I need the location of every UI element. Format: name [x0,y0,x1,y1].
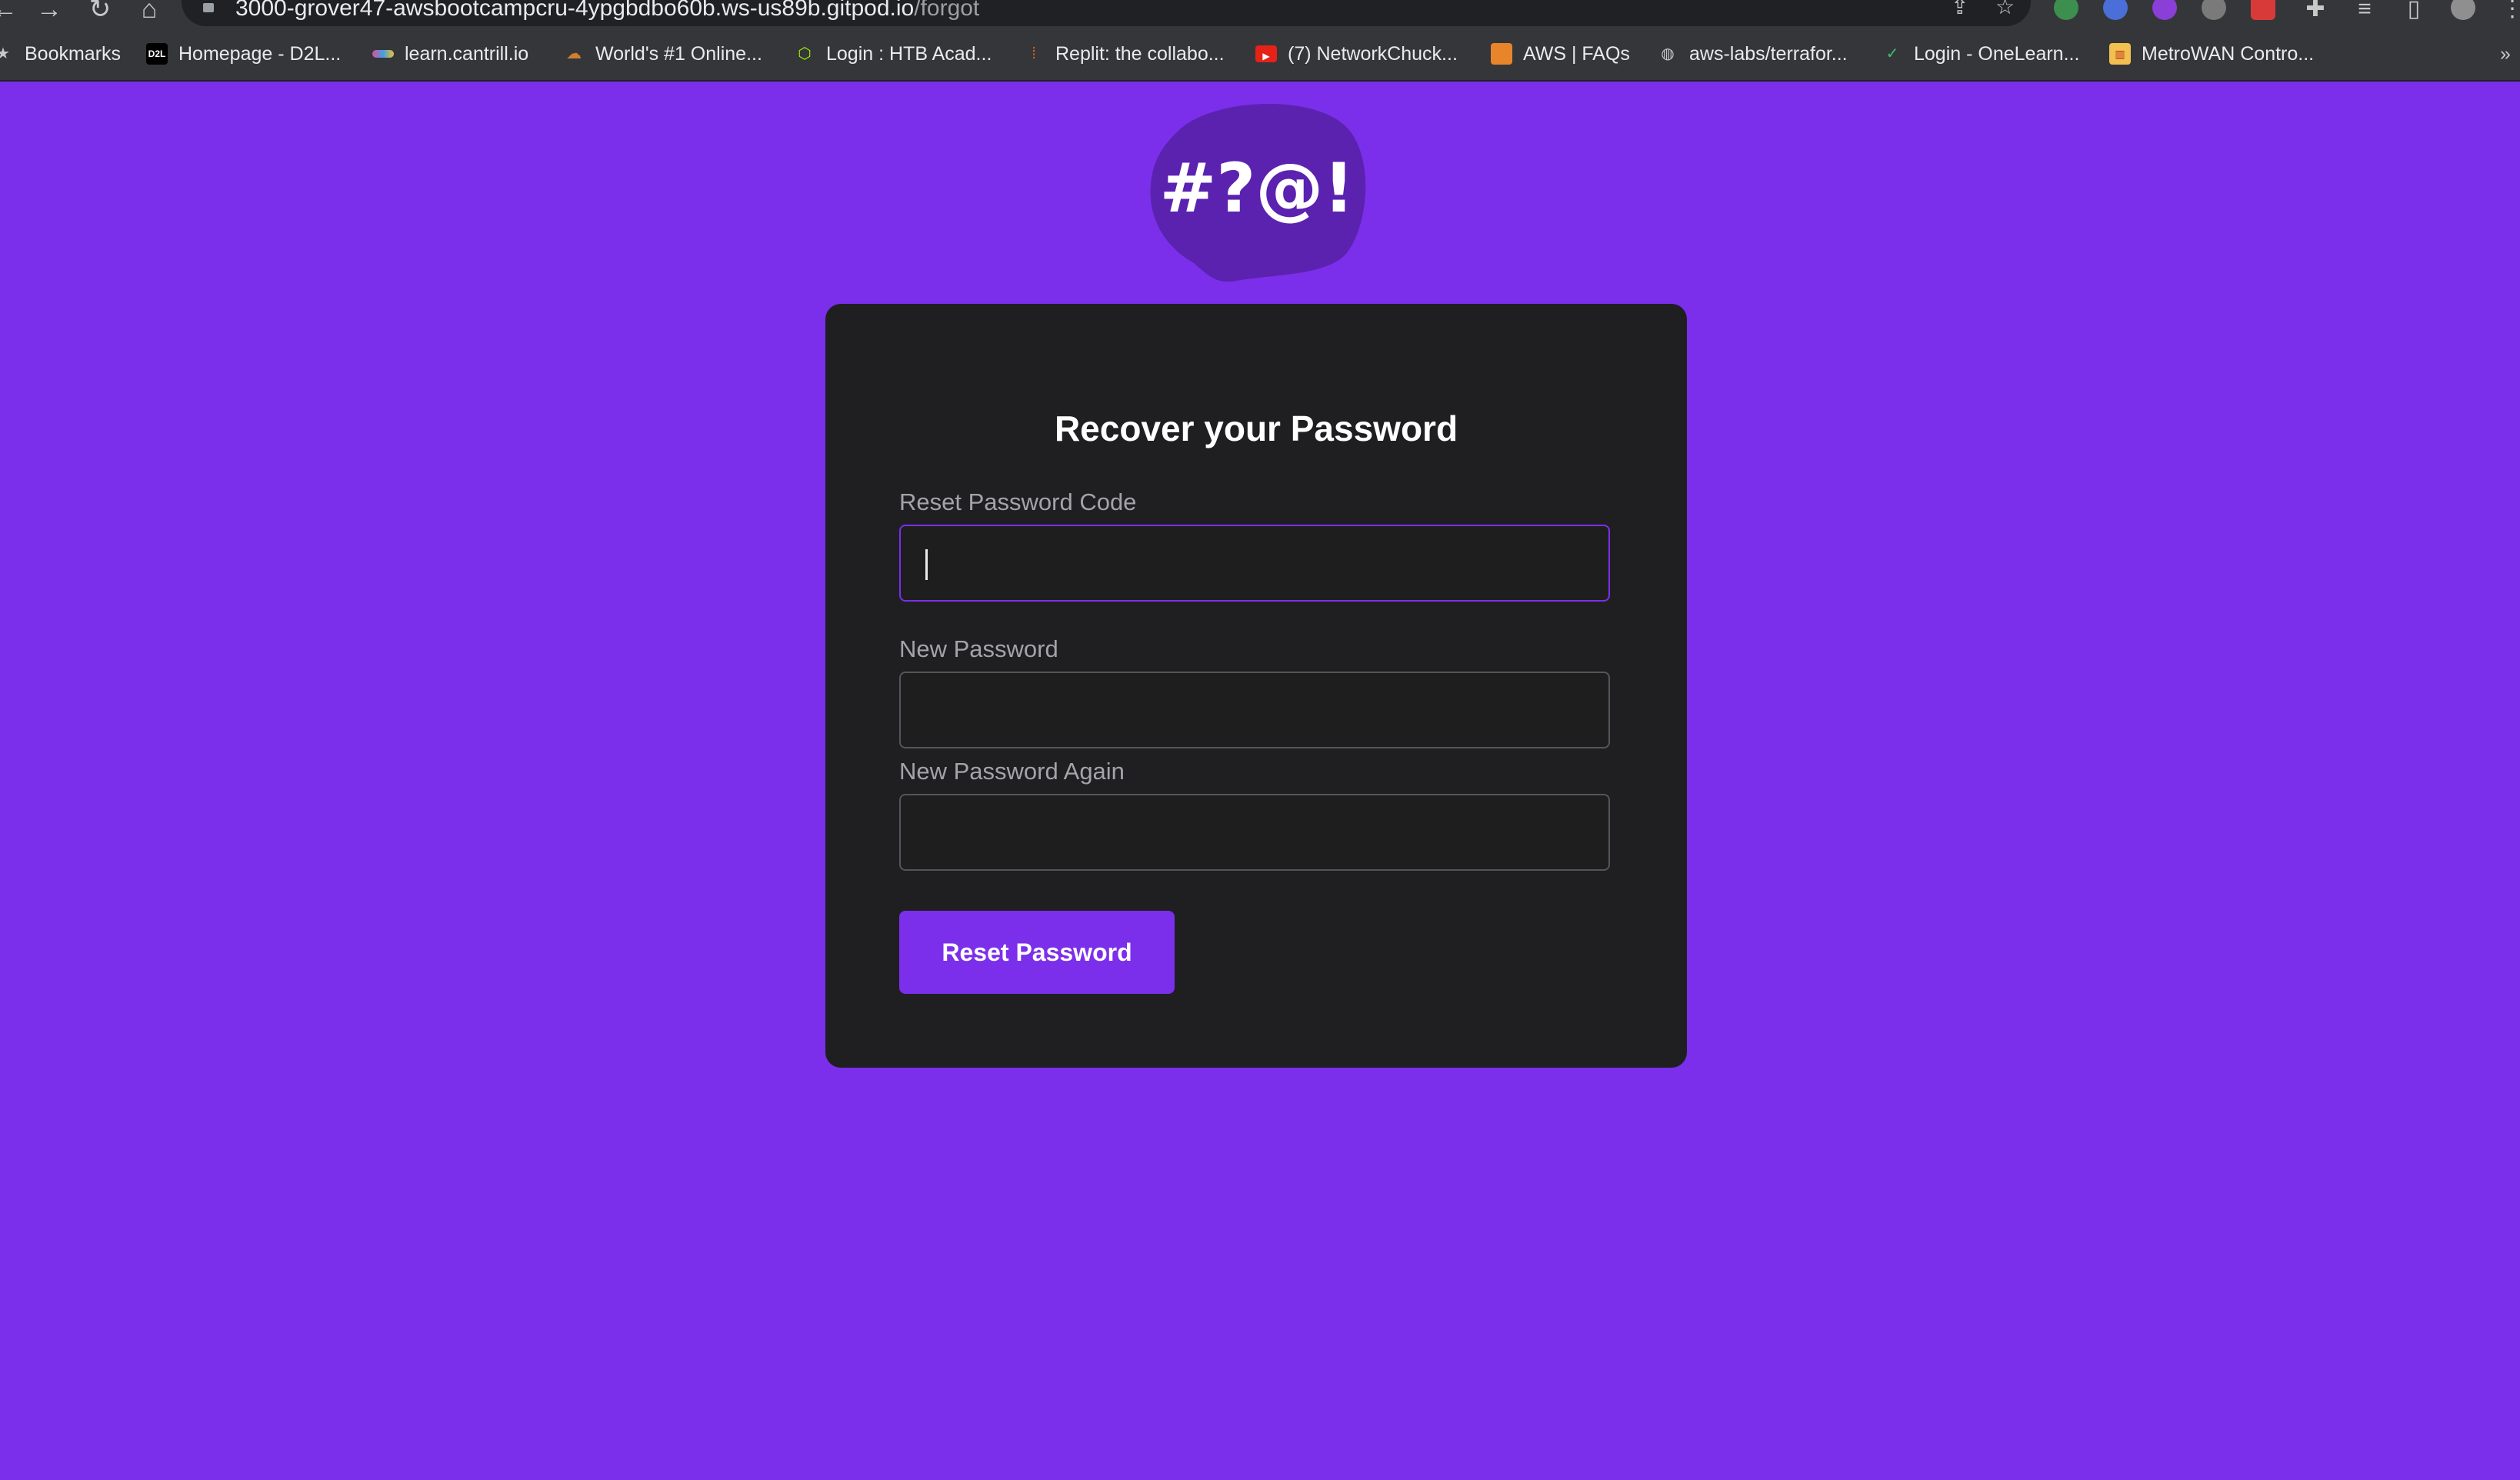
bookmark-replit[interactable]: ⁞ Replit: the collabo... [1023,42,1225,66]
recover-password-card: Recover your Password Reset Password Cod… [825,304,1687,1068]
menu-kebab-icon[interactable]: ⋮ [2495,0,2520,26]
bookmark-metrowan[interactable]: ▥ MetroWAN Contro... [2109,42,2314,66]
chrome-divider [0,80,2520,82]
reset-code-input[interactable] [899,525,1610,602]
browser-toolbar: ← → ↻ ⌂ 3000-grover47-awsbootcampcru-4yp… [0,0,2520,28]
back-icon[interactable]: ← [0,0,22,26]
replit-icon: ⁞ [1032,45,1036,62]
cantrill-icon [372,50,394,58]
extension-browser-icon[interactable] [2103,0,2128,20]
url-path: /forgot [914,0,980,21]
bookmark-label: MetroWAN Contro... [2142,42,2315,65]
extension-green-icon[interactable] [2054,0,2078,20]
bookmark-aws-faqs[interactable]: AWS | FAQs [1491,42,1630,66]
bookmark-aws-labs-terraform[interactable]: ◍ aws-labs/terrafor... [1657,42,1848,66]
url-host: 3000-grover47-awsbootcampcru-4ypgbdbo60b… [235,0,915,21]
bookmark-label: Login - OneLearn... [1914,42,2080,65]
extensions-puzzle-icon[interactable]: ✚ [2298,0,2332,26]
profile-avatar[interactable] [2451,0,2475,20]
bookmarks-overflow-icon[interactable]: » [2500,42,2511,66]
bookmark-label: Replit: the collabo... [1055,42,1225,65]
side-panel-icon[interactable]: ▯ [2397,0,2431,26]
text-caret [925,549,928,580]
d2l-icon: D2L [146,43,168,65]
logo-text: #?@! [1160,148,1355,228]
bookmark-label: aws-labs/terrafor... [1689,42,1848,65]
globe-icon: ◍ [1661,45,1675,62]
reading-list-icon[interactable]: ≡ [2348,0,2382,26]
metrowan-icon: ▥ [2109,43,2131,65]
bookmark-label: AWS | FAQs [1523,42,1630,65]
bookmark-label: learn.cantrill.io [405,42,529,65]
bookmarks-bar: ★ Bookmarks D2L Homepage - D2L... learn.… [0,34,2520,74]
bookmark-folder-bookmarks[interactable]: ★ Bookmarks [0,42,121,66]
youtube-icon: ▶ [1255,45,1277,62]
bookmark-networkchuck[interactable]: ▶ (7) NetworkChuck... [1255,42,1458,66]
lock-icon[interactable] [203,3,214,12]
forward-icon[interactable]: → [32,0,66,26]
cloud-icon: ☁ [566,45,582,62]
new-password-again-input[interactable] [899,794,1610,871]
bookmark-d2l[interactable]: D2L Homepage - D2L... [146,42,341,66]
bookmark-cantrill[interactable]: learn.cantrill.io [372,42,528,66]
browser-chrome: ← → ↻ ⌂ 3000-grover47-awsbootcampcru-4yp… [0,0,2520,82]
aws-box-icon [1491,43,1512,65]
home-icon[interactable]: ⌂ [132,0,166,26]
reset-code-label: Reset Password Code [899,488,1137,515]
bookmark-label: Homepage - D2L... [178,42,342,65]
bookmark-label: Bookmarks [25,42,122,65]
page-title: Recover your Password [1054,408,1458,448]
bookmark-label: World's #1 Online... [595,42,762,65]
reload-icon[interactable]: ↻ [83,0,117,26]
star-bookmark-icon[interactable]: ☆ [1995,0,2015,19]
bookmark-label: (7) NetworkChuck... [1288,42,1458,65]
check-icon: ✓ [1885,45,1899,62]
bookmark-worlds-1-online[interactable]: ☁ World's #1 Online... [563,42,762,66]
bookmark-htb-academy[interactable]: ⬡ Login : HTB Acad... [794,42,992,66]
bookmark-label: Login : HTB Acad... [826,42,992,65]
new-password-input[interactable] [899,672,1610,748]
address-bar[interactable]: 3000-grover47-awsbootcampcru-4ypgbdbo60b… [182,0,2031,26]
extension-w-icon[interactable] [2152,0,2177,20]
bookmark-onelearn[interactable]: ✓ Login - OneLearn... [1882,42,2080,66]
extension-video-icon[interactable] [2251,0,2275,20]
extension-grey-icon[interactable] [2202,0,2226,20]
star-icon: ★ [0,45,10,62]
new-password-label: New Password [899,635,1058,662]
url-text: 3000-grover47-awsbootcampcru-4ypgbdbo60b… [235,0,979,22]
speech-bubble-logo-icon: #?@! [1150,104,1366,282]
cube-icon: ⬡ [798,45,812,62]
reset-password-button[interactable]: Reset Password [899,911,1175,994]
share-icon[interactable]: ⇪ [1951,0,1968,19]
new-password-again-label: New Password Again [899,758,1125,785]
